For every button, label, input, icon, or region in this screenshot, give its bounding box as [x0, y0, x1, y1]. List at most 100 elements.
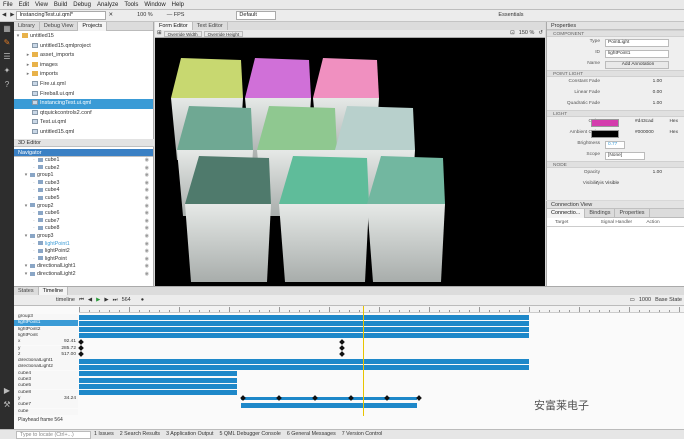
style-combo[interactable]: Default [236, 11, 277, 20]
timeline-row[interactable]: z 517.00 [14, 351, 684, 358]
expand-arrow-icon[interactable]: ▸ [24, 61, 32, 71]
timeline-bar[interactable] [79, 371, 237, 377]
navigator-item[interactable]: · lightPoint ◉ [14, 256, 153, 264]
timeline-bar[interactable] [79, 327, 529, 333]
navigator-item[interactable]: · cube1 ◉ [14, 157, 153, 165]
prev-frame-icon[interactable]: ◀ [86, 296, 94, 305]
projects-mode-icon[interactable]: ✦ [0, 64, 14, 78]
navigator-item[interactable]: · cube7 ◉ [14, 218, 153, 226]
track-value[interactable]: 285.72 [61, 346, 76, 352]
visibility-eye-icon[interactable]: ◉ [145, 241, 149, 249]
navigator-item[interactable]: ▾ group1 ◉ [14, 172, 153, 180]
track-value[interactable]: 92.41 [64, 339, 76, 345]
tree-arrow-icon[interactable]: · [30, 187, 38, 195]
track-value[interactable]: 34.24 [64, 396, 76, 402]
timeline-bar[interactable] [79, 358, 529, 364]
timeline-bar[interactable] [79, 333, 529, 339]
timeline-row[interactable]: cube5 [14, 383, 684, 390]
tree-arrow-icon[interactable]: · [30, 218, 38, 226]
help-mode-icon[interactable]: ? [0, 78, 14, 92]
navigator-item[interactable]: · cube6 ◉ [14, 210, 153, 218]
ambient-hex[interactable]: #000000 [635, 130, 654, 135]
tree-arrow-icon[interactable]: · [30, 248, 38, 256]
output-pane-button[interactable]: 3 Application Output [163, 430, 216, 439]
tab-library[interactable]: Library [14, 21, 40, 31]
tab-projects[interactable]: Projects [78, 21, 108, 31]
menu-tools[interactable]: Tools [121, 0, 141, 10]
visibility-eye-icon[interactable]: ◉ [145, 271, 149, 279]
type-field[interactable]: PointLight [605, 38, 669, 47]
output-pane-button[interactable]: 7 Version Control [339, 430, 386, 439]
navigator-item[interactable]: ▾ directionalLight2 ◉ [14, 271, 153, 279]
zoom-combo[interactable]: 100 % [135, 11, 155, 20]
keyframe-marker[interactable] [339, 351, 345, 358]
visibility-eye-icon[interactable]: ◉ [145, 233, 149, 241]
timeline-bar[interactable] [79, 377, 237, 383]
file-item[interactable]: ▸ imports [14, 70, 153, 80]
tree-arrow-icon[interactable]: · [30, 241, 38, 249]
keyframe-range[interactable] [241, 397, 417, 401]
editor-zoom[interactable]: 150 % [517, 29, 537, 38]
tree-arrow-icon[interactable]: · [30, 256, 38, 264]
visibility-eye-icon[interactable]: ◉ [145, 157, 149, 165]
timeline-bar[interactable] [79, 314, 529, 320]
design-mode-icon[interactable]: ✎ [0, 36, 14, 50]
output-pane-button[interactable]: 6 General Messages [284, 430, 339, 439]
visibility-eye-icon[interactable]: ◉ [145, 187, 149, 195]
timeline-row[interactable]: cube4 [14, 370, 684, 377]
color-hex[interactable]: #d43cad [635, 119, 653, 124]
quadratic-fade-spinbox[interactable]: 1.00 [653, 101, 662, 106]
workspace-combo[interactable]: Essentials [496, 11, 525, 20]
fit-icon[interactable]: ⊡ [508, 29, 517, 38]
visibility-eye-icon[interactable]: ◉ [145, 263, 149, 271]
edit-mode-icon[interactable]: ☰ [0, 50, 14, 64]
navigator-item[interactable]: · cube5 ◉ [14, 195, 153, 203]
tree-arrow-icon[interactable]: · [30, 195, 38, 203]
timeline-row[interactable]: group3 [14, 314, 684, 320]
file-combo[interactable]: InstancingTest.ui.qml* [16, 11, 107, 20]
tree-arrow-icon[interactable]: · [30, 165, 38, 173]
timeline-name[interactable]: timeline [54, 296, 77, 305]
to-end-icon[interactable]: ⏭ [111, 296, 120, 305]
navigator-item[interactable]: ▾ group2 ◉ [14, 203, 153, 211]
tree-arrow-icon[interactable]: · [30, 180, 38, 188]
next-frame-icon[interactable]: ▶ [102, 296, 110, 305]
file-item[interactable]: Fire.ui.qml [14, 80, 153, 90]
welcome-icon[interactable]: ▦ [0, 22, 14, 36]
override-height[interactable]: Override Height [203, 30, 244, 37]
timeline-bar[interactable] [79, 320, 529, 326]
tree-arrow-icon[interactable]: ▾ [22, 271, 30, 279]
project-root[interactable]: ▾ untitled15 [14, 32, 153, 42]
visibility-eye-icon[interactable]: ◉ [145, 256, 149, 264]
conn-tab[interactable]: Properties [615, 208, 650, 218]
output-pane-button[interactable]: 1 Issues [91, 430, 117, 439]
add-annotation-button[interactable]: Add Annotation [605, 60, 669, 69]
constant-fade-spinbox[interactable]: 1.00 [653, 79, 662, 84]
override-width[interactable]: Override Width [163, 30, 202, 37]
timeline-row[interactable]: lightPoint [14, 332, 684, 339]
menu-analyze[interactable]: Analyze [94, 0, 121, 10]
timeline-row[interactable]: y 285.72 [14, 345, 684, 352]
ambient-swatch[interactable] [591, 129, 619, 138]
navigator-item[interactable]: ▾ group3 ◉ [14, 233, 153, 241]
build-icon[interactable]: ⚒ [0, 398, 14, 412]
navigator-item[interactable]: · cube2 ◉ [14, 165, 153, 173]
tree-arrow-icon[interactable]: ▾ [22, 172, 30, 180]
timeline-row[interactable]: directionalLight1 [14, 358, 684, 365]
tab-debug-view[interactable]: Debug View [40, 21, 79, 31]
navigator-item[interactable]: · cube8 ◉ [14, 225, 153, 233]
file-item[interactable]: ▸ images [14, 61, 153, 71]
menu-window[interactable]: Window [141, 0, 168, 10]
tree-arrow-icon[interactable]: · [30, 210, 38, 218]
timeline-row[interactable]: x 92.41 [14, 338, 684, 346]
close-file-icon[interactable]: ✕ [106, 11, 115, 20]
timeline-bar[interactable] [241, 402, 417, 408]
file-item[interactable]: untitled15.qmlproject [14, 42, 153, 52]
end-frame[interactable]: 1000 [637, 296, 653, 305]
to-start-icon[interactable]: ⏮ [77, 296, 86, 305]
visibility-eye-icon[interactable]: ◉ [145, 218, 149, 226]
timeline-bar[interactable] [79, 364, 529, 370]
color-swatch[interactable] [591, 118, 619, 127]
conn-tab[interactable]: Connectio... [547, 208, 586, 218]
timeline-bar[interactable] [79, 383, 237, 389]
